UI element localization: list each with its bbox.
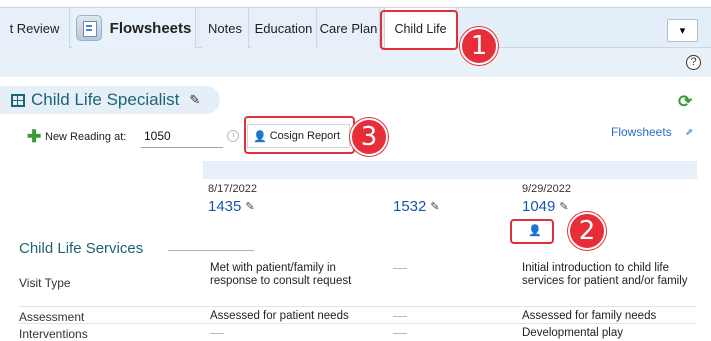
empty-cell-dash — [393, 268, 407, 269]
column-time-value: 1049 — [522, 198, 556, 215]
tab-flowsheets[interactable]: Flowsheets — [72, 8, 196, 48]
row-label-visit-type: Visit Type — [19, 276, 71, 290]
row-divider — [19, 323, 697, 324]
empty-cell-dash — [393, 316, 407, 317]
tab-label: Education — [254, 20, 313, 36]
external-link-icon[interactable]: ⬈ — [685, 127, 693, 138]
row-divider — [19, 306, 697, 307]
pencil-icon[interactable]: ✎ — [245, 200, 254, 213]
empty-cell-dash — [393, 333, 407, 334]
column-time[interactable]: 1532 ✎ — [393, 198, 440, 215]
tab-chart-review[interactable]: t Review — [0, 8, 70, 48]
reading-time-input[interactable] — [141, 125, 223, 148]
pencil-icon[interactable]: ✎ — [559, 200, 568, 213]
callout-highlight-cosign-button — [244, 116, 355, 154]
tab-bar: t Review Flowsheets Notes Education Care… — [0, 7, 711, 49]
row-label-assessment: Assessment — [19, 310, 85, 324]
cell-interventions[interactable]: Developmental play — [522, 327, 623, 340]
sub-toolbar — [0, 48, 711, 77]
tab-notes[interactable]: Notes — [202, 8, 249, 48]
column-time-value: 1532 — [393, 198, 427, 215]
row-label-interventions: Interventions — [19, 327, 88, 341]
cell-visit-type[interactable]: Initial introduction to child life servi… — [522, 262, 692, 288]
divider — [168, 250, 254, 251]
chevron-down-icon: ▾ — [679, 25, 686, 37]
services-heading: Child Life Services — [19, 240, 144, 257]
section-title: Child Life Specialist ✎ — [11, 90, 200, 110]
section-title-text: Child Life Specialist — [31, 90, 180, 109]
column-header-bar — [203, 161, 697, 179]
callout-badge: 3 — [350, 118, 388, 156]
callout-highlight-cosign-status — [510, 219, 554, 244]
callout-badge: 2 — [568, 212, 606, 250]
flowsheets-link[interactable]: Flowsheets — [611, 125, 672, 139]
column-time-value: 1435 — [208, 198, 242, 215]
grid-icon — [11, 93, 25, 107]
pencil-icon[interactable]: ✎ — [430, 200, 439, 213]
refresh-icon[interactable]: ⟳ — [678, 92, 692, 112]
help-icon[interactable]: ? — [686, 55, 701, 70]
column-time[interactable]: 1049 ✎ — [522, 198, 569, 215]
pencil-icon[interactable]: ✎ — [189, 92, 200, 108]
callout-badge: 1 — [460, 27, 498, 65]
column-date: 9/29/2022 — [522, 183, 571, 195]
tab-label: t Review — [9, 20, 60, 36]
cell-assessment[interactable]: Assessed for patient needs — [210, 310, 349, 323]
flowsheets-icon — [75, 15, 102, 41]
tab-label: Flowsheets — [109, 19, 192, 37]
new-reading-label[interactable]: New Reading at: — [45, 131, 126, 143]
empty-cell-dash — [210, 333, 224, 334]
tabs-dropdown-button[interactable]: ▾ — [667, 19, 698, 42]
tab-label: Care Plan — [319, 20, 378, 36]
callout-highlight-child-life-tab — [380, 10, 458, 50]
tab-care-plan[interactable]: Care Plan — [318, 8, 380, 48]
tab-label: Notes — [208, 20, 242, 36]
plus-icon[interactable]: ✚ — [27, 128, 41, 145]
column-date: 8/17/2022 — [208, 183, 257, 195]
tab-education[interactable]: Education — [251, 8, 317, 48]
column-time[interactable]: 1435 ✎ — [208, 198, 255, 215]
cell-visit-type[interactable]: Met with patient/family in response to c… — [210, 262, 385, 288]
cell-assessment[interactable]: Assessed for family needs — [522, 310, 656, 323]
clock-icon[interactable] — [227, 130, 239, 142]
